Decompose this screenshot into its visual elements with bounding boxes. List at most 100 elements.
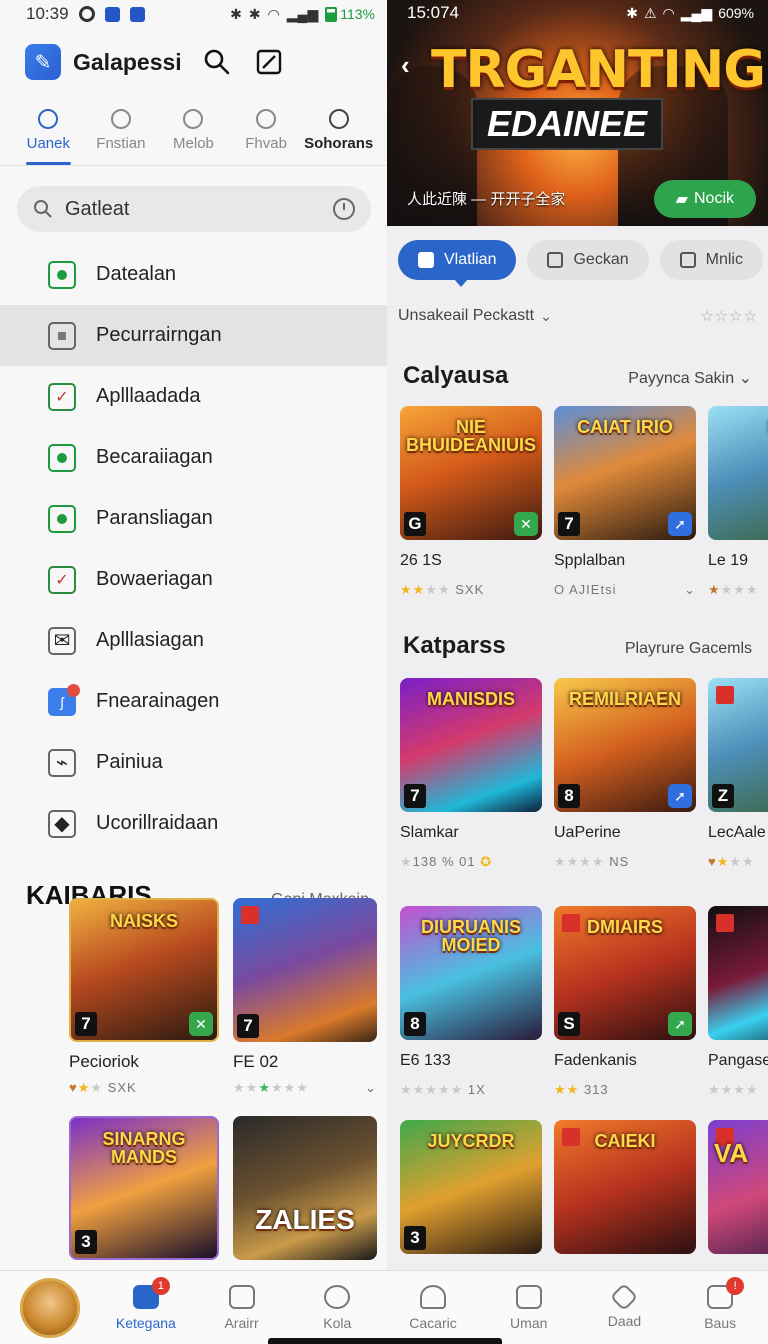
game-thumbnail[interactable]: DIURUANIS MOIED 8 bbox=[400, 906, 542, 1040]
game-thumbnail[interactable]: MANISDIS 7 bbox=[400, 678, 542, 812]
game-card[interactable]: NAISKS 7 ✕ Pecioriok ♥★★ SXK bbox=[69, 898, 219, 1096]
sort-dropdown[interactable]: Unsakeail Peckastt bbox=[398, 307, 534, 325]
nav-kola[interactable]: Kola bbox=[289, 1284, 385, 1331]
menu-item-pecurrairngan[interactable]: Pecurrairngan bbox=[0, 305, 387, 366]
status-time: 15:074 bbox=[407, 3, 459, 22]
nav-ketegana[interactable]: 1 Ketegana bbox=[98, 1276, 194, 1331]
game-card[interactable]: MANISDIS 7 Slamkar ★138 % 01 ✪ bbox=[400, 678, 542, 870]
search-icon bbox=[204, 49, 229, 75]
chip-vlatlian[interactable]: Vlatlian bbox=[398, 240, 517, 287]
game-thumbnail[interactable]: Z bbox=[708, 678, 768, 812]
game-row: JUYCRDR 3 CAIEKI VA bbox=[387, 1120, 768, 1254]
game-thumbnail[interactable]: 7 bbox=[233, 898, 377, 1042]
tab-sohorans[interactable]: Sohorans bbox=[302, 96, 375, 165]
chip-mnlic[interactable]: Mnlic bbox=[659, 240, 763, 280]
game-name: E6 133 bbox=[400, 1052, 451, 1069]
menu-item-becaraiiagan[interactable]: Becaraiiagan bbox=[0, 427, 387, 488]
rating-filter[interactable]: ☆☆☆☆ bbox=[700, 307, 758, 325]
game-rating: ★★★★ NS bbox=[554, 854, 630, 869]
game-thumbnail[interactable]: REMILRIAEN 8 ➚ bbox=[554, 678, 696, 812]
game-card[interactable]: CAIAT IRIO 7 ➚ Spplalban O AJIEtsi ⌄ bbox=[554, 406, 696, 598]
hero-cta-button[interactable]: ▰ Nocik bbox=[653, 180, 756, 218]
game-thumbnail[interactable]: SINARNG MANDS 3 bbox=[69, 1116, 219, 1260]
camera-icon bbox=[78, 6, 95, 22]
hero-banner[interactable]: 15:074 ✱ ⚠ ◠ ▂▄▆ 609% ‹ TRGANTINGK EDAINEE 人… bbox=[387, 0, 768, 226]
heart-icon: ♥ bbox=[69, 1080, 78, 1095]
category-menu: Datealan Pecurrairngan Aplllaadada Becar… bbox=[0, 244, 387, 854]
menu-item-bowaeriagan[interactable]: Bowaeriagan bbox=[0, 549, 387, 610]
search-input[interactable]: Gatleat bbox=[17, 186, 371, 232]
back-button[interactable]: ‹ bbox=[401, 50, 410, 81]
notification-icon bbox=[129, 6, 145, 22]
menu-item-aplllasiagan[interactable]: ✉ Aplllasiagan bbox=[0, 610, 387, 671]
game-thumbnail[interactable] bbox=[708, 906, 768, 1040]
game-card[interactable]: DIURUANIS MOIED 8 E6 133 ★★★★★ 1X bbox=[400, 906, 542, 1098]
section-more-link[interactable]: Playrure Gacemls bbox=[625, 640, 752, 658]
section-sort-dropdown[interactable]: Payynca Sakin ⌄ bbox=[628, 368, 752, 388]
history-icon[interactable] bbox=[333, 198, 355, 220]
nav-uman[interactable]: Uman bbox=[481, 1284, 577, 1331]
game-thumbnail[interactable]: CAIEKI bbox=[554, 1120, 696, 1254]
menu-item-datealan[interactable]: Datealan bbox=[0, 244, 387, 305]
chevron-down-icon: ⌄ bbox=[684, 582, 696, 597]
game-card[interactable]: VA bbox=[708, 1120, 768, 1254]
menu-item-paransliagan[interactable]: Paransliagan bbox=[0, 488, 387, 549]
search-query: Gatleat bbox=[65, 197, 130, 220]
game-thumbnail[interactable]: JUYCRDR 3 bbox=[400, 1120, 542, 1254]
ticket-icon bbox=[679, 252, 696, 268]
tab-fhvab[interactable]: Fhvab bbox=[230, 96, 303, 165]
game-card[interactable]: Pangase ★★★★ bbox=[708, 906, 768, 1098]
game-row: MANISDIS 7 Slamkar ★138 % 01 ✪ REMILRIAEN… bbox=[387, 678, 768, 870]
menu-item-aplllaadada[interactable]: Aplllaadada bbox=[0, 366, 387, 427]
app-icon: ʃ bbox=[48, 683, 80, 716]
filter-chips: Vlatlian Geckan Mnlic bbox=[387, 226, 768, 296]
home-icon bbox=[110, 109, 131, 129]
menu-item-painiua[interactable]: ⌁ Painiua bbox=[0, 732, 387, 793]
game-thumbnail[interactable]: VA bbox=[708, 1120, 768, 1254]
hero-title: TRGANTINGK bbox=[431, 40, 768, 100]
signal-icon: ▂▄▆ bbox=[680, 4, 713, 21]
game-thumbnail[interactable]: NIE BHUIDEANIUIS G ✕ bbox=[400, 406, 542, 540]
tab-uanek[interactable]: Uanek bbox=[12, 96, 85, 165]
chip-geckan[interactable]: Geckan bbox=[527, 240, 649, 280]
avatar[interactable] bbox=[20, 1277, 80, 1338]
game-card[interactable]: DMIAIRS S ➚ Fadenkanis ★★ 313 bbox=[554, 906, 696, 1098]
nav-daad[interactable]: Daad bbox=[577, 1282, 673, 1329]
game-name: Le 19 bbox=[708, 552, 749, 569]
tab-melob[interactable]: Melob bbox=[157, 96, 230, 165]
home-indicator bbox=[268, 1338, 502, 1344]
game-card[interactable]: SINARNG MANDS 3 bbox=[69, 1116, 219, 1260]
compose-button[interactable] bbox=[252, 45, 286, 79]
nav-arairr[interactable]: Arairr bbox=[194, 1284, 290, 1331]
game-thumbnail[interactable]: CAIAT IRIO 7 ➚ bbox=[554, 406, 696, 540]
game-card[interactable]: REMILRIAEN 8 ➚ UaPerine ★★★★ NS bbox=[554, 678, 696, 870]
game-row: DIURUANIS MOIED 8 E6 133 ★★★★★ 1X DMIAIRS… bbox=[387, 906, 768, 1098]
game-thumbnail[interactable]: DMIAIRS S ➚ bbox=[554, 906, 696, 1040]
clock-icon bbox=[324, 1284, 351, 1309]
game-thumbnail[interactable]: Su bbox=[708, 406, 768, 540]
game-card[interactable]: ZALIES bbox=[233, 1116, 377, 1260]
game-rating: ★★★★ SXK bbox=[400, 582, 485, 597]
tab-fnstian[interactable]: Fnstian bbox=[85, 96, 158, 165]
sort-row: Unsakeail Peckastt ⌄ ☆☆☆☆ bbox=[387, 298, 768, 334]
search-button[interactable] bbox=[200, 45, 234, 79]
flag-icon bbox=[716, 686, 734, 704]
game-card[interactable]: CAIEKI bbox=[554, 1120, 696, 1254]
nav-baus[interactable]: ! Baus bbox=[672, 1276, 768, 1331]
game-name: LecAale bbox=[708, 824, 766, 841]
game-card[interactable]: Z LecAale ♥★★★ bbox=[708, 678, 768, 870]
menu-item-ucorillraidaan[interactable]: ◆ Ucorillraidaan bbox=[0, 793, 387, 854]
home-icon bbox=[418, 252, 434, 268]
game-thumbnail[interactable]: ZALIES bbox=[233, 1116, 377, 1260]
game-name: UaPerine bbox=[554, 824, 621, 841]
section-header-calyausa: Calyausa Payynca Sakin ⌄ bbox=[387, 362, 768, 390]
game-thumbnail[interactable]: NAISKS 7 ✕ bbox=[69, 898, 219, 1042]
menu-item-fnearainagen[interactable]: ʃ Fnearainagen bbox=[0, 671, 387, 732]
chevron-down-icon[interactable]: ⌄ bbox=[540, 308, 552, 325]
game-card[interactable]: 7 FE 02 ★★★★★★ ⌄ bbox=[233, 898, 377, 1096]
alert-icon: ⚠ bbox=[643, 4, 657, 21]
game-card[interactable]: NIE BHUIDEANIUIS G ✕ 26 1S ★★★★ SXK bbox=[400, 406, 542, 598]
nav-cacaric[interactable]: Cacaric bbox=[385, 1284, 481, 1331]
game-card[interactable]: Su Le 19 ★★★★ bbox=[708, 406, 768, 598]
game-card[interactable]: JUYCRDR 3 bbox=[400, 1120, 542, 1254]
